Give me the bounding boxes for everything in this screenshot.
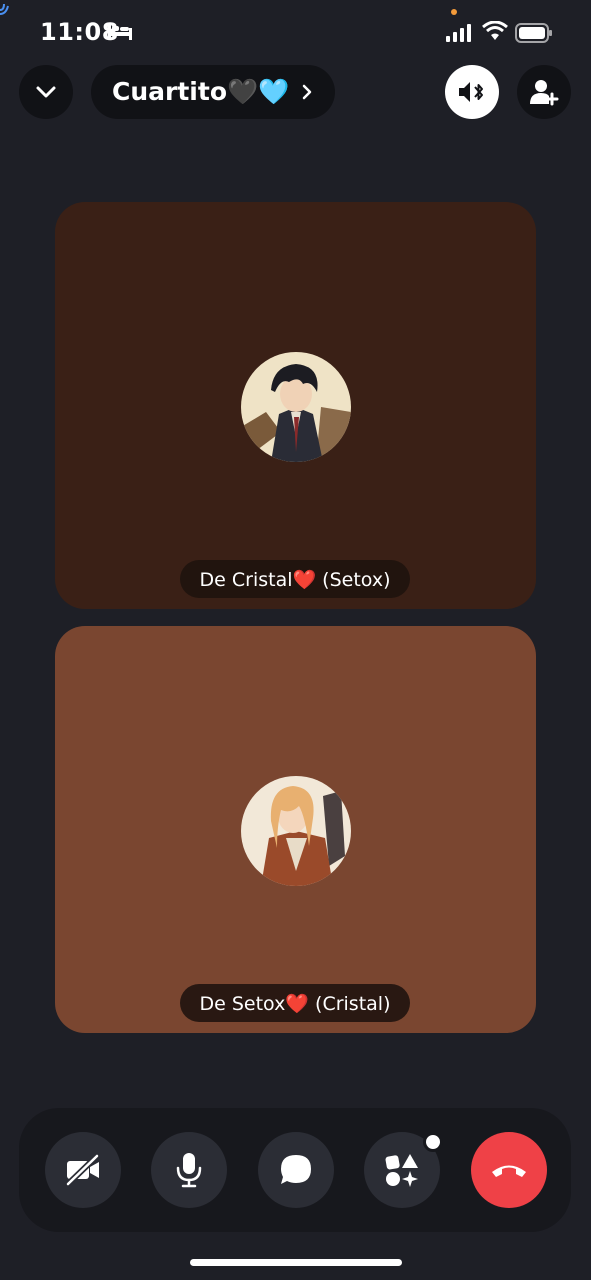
hang-up-icon (492, 1165, 526, 1177)
participant-tile[interactable]: De Setox❤️ (Cristal) (55, 626, 536, 1033)
toggle-mic-button[interactable] (151, 1132, 227, 1208)
avatar (241, 776, 351, 886)
participant-tile[interactable]: De Cristal❤️ (Setox) (55, 202, 536, 609)
cellular-signal-icon (446, 24, 471, 42)
add-user-icon (530, 80, 559, 106)
open-chat-button[interactable] (258, 1132, 334, 1208)
status-bar: 11:08 (0, 0, 591, 60)
channel-name: Cuartito🖤🩵 (112, 77, 290, 106)
chat-icon (281, 1155, 311, 1184)
privacy-indicator-dot (451, 9, 457, 15)
toggle-camera-button[interactable] (45, 1132, 121, 1208)
bed-icon (108, 24, 132, 40)
wifi-icon (482, 21, 508, 40)
camera-off-icon (65, 1153, 100, 1187)
home-indicator[interactable] (190, 1259, 402, 1266)
notification-dot (423, 1132, 443, 1152)
leave-call-button[interactable] (471, 1132, 547, 1208)
call-controls (19, 1108, 571, 1232)
wireless-corner-icon (0, 3, 9, 15)
microphone-icon (176, 1153, 202, 1188)
collapse-call-button[interactable] (19, 65, 73, 119)
speaker-bluetooth-icon (459, 82, 483, 102)
battery-icon (515, 23, 552, 43)
avatar (241, 352, 351, 462)
invite-people-button[interactable] (517, 65, 571, 119)
participant-name: De Setox❤️ (Cristal) (180, 984, 410, 1022)
participant-name: De Cristal❤️ (Setox) (180, 560, 410, 598)
activities-icon (385, 1154, 418, 1187)
channel-info-button[interactable]: Cuartito🖤🩵 (91, 65, 335, 119)
chevron-right-icon (302, 84, 312, 100)
chevron-down-icon (36, 86, 56, 98)
audio-output-button[interactable] (445, 65, 499, 119)
